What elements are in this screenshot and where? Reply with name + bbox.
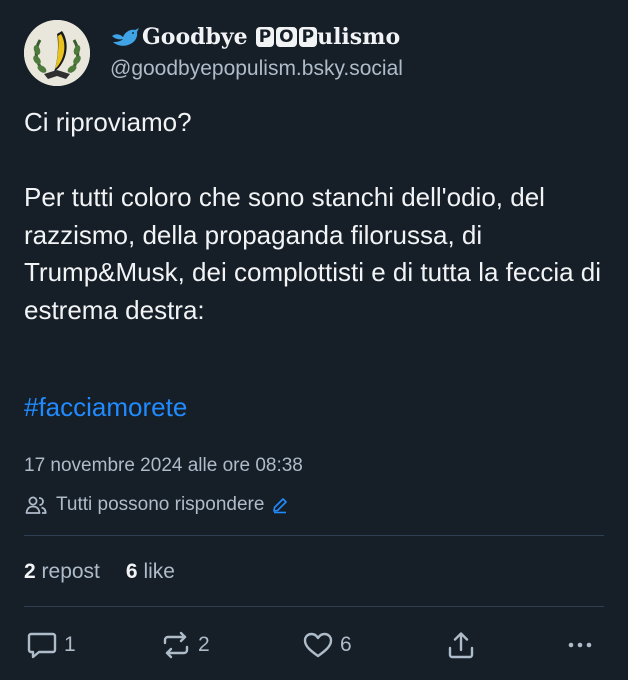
hashtag-link[interactable]: #facciamorete xyxy=(24,392,187,423)
repost-stat-label: repost xyxy=(41,560,100,583)
reply-setting-label: Tutti possono rispondere xyxy=(56,494,265,515)
repost-icon xyxy=(163,631,189,659)
repost-stat-count: 2 xyxy=(24,560,36,583)
post-thread-item: Goodbye P O P ulismo @goodbyepopulism.bs… xyxy=(0,0,628,680)
display-name-suffix: ulismo xyxy=(317,24,401,50)
like-button[interactable]: 6 xyxy=(302,628,352,662)
share-icon xyxy=(448,632,474,659)
author-display-name[interactable]: Goodbye P O P ulismo xyxy=(110,24,400,50)
pencil-icon xyxy=(273,498,288,514)
heart-icon xyxy=(303,632,333,658)
laurel-banana-emblem xyxy=(24,20,90,86)
repost-stat[interactable]: 2 repost xyxy=(24,560,100,584)
display-name-prefix: Goodbye xyxy=(142,24,248,50)
more-icon xyxy=(568,642,592,648)
like-stat-label: like xyxy=(143,560,175,583)
like-stat-count: 6 xyxy=(125,560,138,583)
share-button[interactable] xyxy=(446,628,476,662)
more-options-button[interactable] xyxy=(565,628,595,662)
reply-setting[interactable]: Tutti possono rispondere xyxy=(24,490,289,520)
divider xyxy=(24,535,604,536)
engagement-stats: 2 repost 6 like xyxy=(24,560,201,584)
like-count: 6 xyxy=(340,633,352,656)
author-handle[interactable]: @goodbyepopulism.bsky.social xyxy=(110,57,403,81)
blue-bird-icon xyxy=(112,28,139,46)
post-timestamp: 17 novembre 2024 alle ore 08:38 xyxy=(24,455,303,476)
comment-icon xyxy=(27,632,57,659)
like-stat[interactable]: 6 like xyxy=(126,560,175,584)
author-avatar[interactable] xyxy=(24,20,90,86)
divider xyxy=(24,606,604,607)
repost-button[interactable]: 2 xyxy=(160,628,210,662)
display-name-box-letter: P xyxy=(298,27,318,47)
display-name-box-letter: P xyxy=(255,27,275,47)
display-name-box-letter: O xyxy=(276,27,297,47)
reply-button[interactable]: 1 xyxy=(26,628,76,662)
repost-count: 2 xyxy=(198,633,210,656)
users-icon xyxy=(25,496,47,514)
post-text: Ci riproviamo? Per tutti coloro che sono… xyxy=(24,107,602,325)
reply-count: 1 xyxy=(64,633,76,656)
